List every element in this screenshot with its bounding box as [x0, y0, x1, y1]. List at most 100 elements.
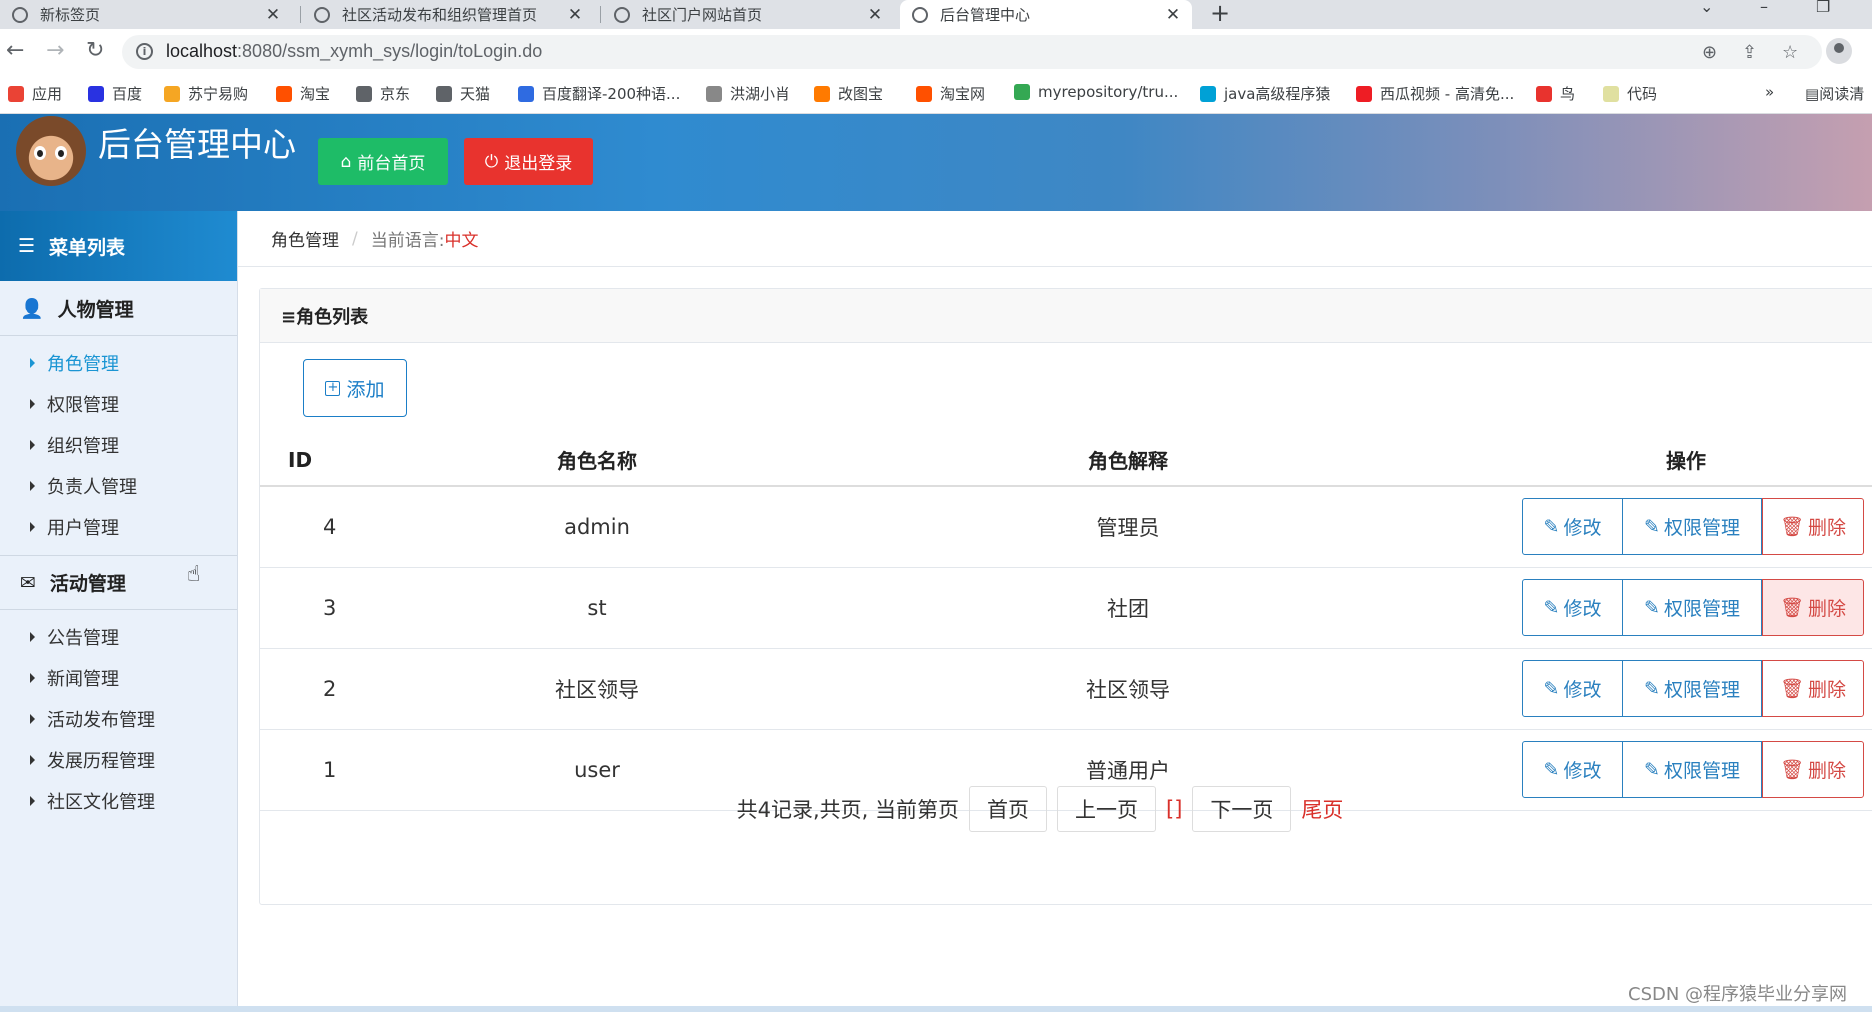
- bookmark-item[interactable]: 百度翻译-200种语...: [518, 83, 680, 104]
- sidebar-item-culture[interactable]: 社区文化管理: [0, 780, 237, 821]
- bookmark-label: 百度: [112, 85, 143, 103]
- role-table: ID 角色名称 角色解释 操作 4 admin 管理员 ✎ 修改 ✎ 权限管理 🗑 删除 3st 社…: [260, 434, 1872, 811]
- trash-icon: 🗑: [1779, 759, 1805, 781]
- reload-icon[interactable]: ↻: [86, 39, 104, 63]
- back-icon[interactable]: ←: [6, 39, 24, 63]
- sidebar-group-activities[interactable]: ✉ 活动管理: [0, 555, 237, 610]
- sidebar-item-users[interactable]: 用户管理: [0, 506, 237, 547]
- edit-icon: ✎: [1543, 758, 1560, 781]
- admin-avatar: [16, 116, 86, 186]
- bookmark-item[interactable]: myrepository/tru...: [1014, 83, 1178, 101]
- url-field[interactable]: i localhost:8080/ssm_xymh_sys/login/toLo…: [122, 35, 1822, 69]
- edit-icon: ✎: [1543, 596, 1560, 619]
- close-icon[interactable]: ✕: [564, 5, 586, 25]
- current-page-indicator: []: [1166, 797, 1183, 821]
- edit-button[interactable]: ✎ 修改: [1522, 660, 1623, 717]
- bookmark-item[interactable]: java高级程序猿: [1200, 83, 1330, 104]
- bookmark-icon: [706, 85, 722, 102]
- delete-button[interactable]: 🗑 删除: [1762, 579, 1864, 636]
- tab-label: 社区活动发布和组织管理首页: [342, 6, 538, 24]
- browser-tab[interactable]: 社区活动发布和组织管理首页 ✕: [302, 0, 594, 29]
- breadcrumb-current[interactable]: 角色管理: [271, 226, 339, 251]
- close-icon[interactable]: ✕: [864, 5, 886, 25]
- sidebar-item-activity-publish[interactable]: 活动发布管理: [0, 698, 237, 739]
- tab-separator: [300, 6, 301, 23]
- browser-tab[interactable]: 社区门户网站首页 ✕: [602, 0, 894, 29]
- profile-avatar-icon[interactable]: [1826, 38, 1852, 64]
- sidebar-item-managers[interactable]: 负责人管理: [0, 465, 237, 506]
- trash-icon: 🗑: [1779, 678, 1805, 700]
- bookmark-item[interactable]: 洪湖小肖: [706, 83, 790, 104]
- delete-button[interactable]: 🗑 删除: [1762, 498, 1864, 556]
- home-button-label: 前台首页: [357, 154, 426, 174]
- edit-icon: ✎: [1644, 515, 1660, 538]
- bookmark-label: 淘宝网: [940, 85, 986, 103]
- bookmark-item[interactable]: 应用: [8, 83, 62, 104]
- language-value: 中文: [444, 231, 479, 251]
- sidebar-header: ☰ 菜单列表: [0, 211, 237, 281]
- minimize-icon[interactable]: –: [1760, 0, 1768, 15]
- info-icon[interactable]: i: [136, 43, 153, 60]
- bookmark-label: 应用: [32, 85, 63, 103]
- bookmark-icon: [1014, 84, 1030, 100]
- bookmark-item[interactable]: 代码: [1603, 83, 1657, 104]
- sidebar-group-people[interactable]: 👤 人物管理: [0, 281, 237, 336]
- add-button[interactable]: + 添加: [303, 359, 407, 417]
- bookmark-item[interactable]: 鸟: [1536, 83, 1575, 104]
- delete-button[interactable]: 🗑 删除: [1762, 660, 1864, 717]
- permission-button[interactable]: ✎ 权限管理: [1623, 498, 1762, 556]
- sidebar-item-news[interactable]: 新闻管理: [0, 657, 237, 698]
- edit-button[interactable]: ✎ 修改: [1522, 498, 1623, 556]
- sidebar-item-organizations[interactable]: 组织管理: [0, 424, 237, 465]
- bookmarks-more-button[interactable]: »: [1765, 83, 1774, 101]
- tab-search-icon[interactable]: ⌄: [1700, 0, 1713, 15]
- edit-button-label: 修改: [1563, 679, 1602, 701]
- bookmark-item[interactable]: 改图宝: [814, 83, 883, 104]
- tab-label: 新标签页: [40, 6, 101, 24]
- caret-right-icon: [30, 631, 35, 642]
- globe-icon: [912, 6, 928, 23]
- sidebar-item-notices[interactable]: 公告管理: [0, 616, 237, 657]
- globe-icon: [314, 6, 330, 23]
- edit-icon: ✎: [1543, 677, 1560, 700]
- reading-list-button[interactable]: ▤ 阅读清: [1805, 83, 1864, 104]
- permission-button[interactable]: ✎ 权限管理: [1623, 579, 1762, 636]
- bookmark-item[interactable]: 天猫: [436, 83, 490, 104]
- browser-tab-active[interactable]: 后台管理中心 ✕: [900, 0, 1192, 29]
- bookmark-item[interactable]: 苏宁易购: [164, 83, 248, 104]
- bookmark-item[interactable]: 京东: [356, 83, 410, 104]
- sidebar-item-roles[interactable]: 角色管理: [0, 342, 237, 383]
- plus-square-icon: +: [325, 380, 341, 396]
- bookmark-icon: [164, 85, 180, 102]
- permission-button[interactable]: ✎ 权限管理: [1623, 660, 1762, 717]
- close-icon[interactable]: ✕: [1162, 5, 1184, 25]
- bookmark-item[interactable]: 淘宝网: [916, 83, 985, 104]
- forward-icon[interactable]: →: [46, 39, 64, 63]
- first-page-button[interactable]: 首页: [969, 786, 1047, 832]
- tab-separator: [600, 6, 601, 23]
- bookmark-icon: [356, 85, 372, 102]
- prev-page-button[interactable]: 上一页: [1057, 786, 1156, 832]
- bookmark-label: 西瓜视频 - 高清免...: [1380, 85, 1515, 103]
- sidebar-item-label: 新闻管理: [47, 668, 119, 690]
- close-icon[interactable]: ✕: [262, 5, 284, 25]
- restore-icon[interactable]: ❐: [1816, 0, 1830, 15]
- bookmark-label: 洪湖小肖: [730, 85, 791, 103]
- last-page-link[interactable]: 尾页: [1301, 794, 1343, 824]
- next-page-button[interactable]: 下一页: [1192, 786, 1292, 832]
- star-icon[interactable]: ☆: [1782, 42, 1798, 63]
- sidebar-item-permissions[interactable]: 权限管理: [0, 383, 237, 424]
- bookmark-item[interactable]: 百度: [88, 83, 142, 104]
- edit-button[interactable]: ✎ 修改: [1522, 579, 1623, 636]
- bookmark-item[interactable]: 西瓜视频 - 高清免...: [1356, 83, 1514, 104]
- sidebar-item-label: 权限管理: [47, 394, 119, 416]
- new-tab-button[interactable]: +: [1210, 0, 1230, 26]
- zoom-icon[interactable]: ⊕: [1702, 42, 1717, 63]
- sidebar-item-history[interactable]: 发展历程管理: [0, 739, 237, 780]
- home-button[interactable]: ⌂ 前台首页: [318, 138, 448, 185]
- browser-tab[interactable]: 新标签页 ✕: [0, 0, 292, 29]
- sidebar-group-label: 人物管理: [57, 298, 134, 321]
- bookmark-item[interactable]: 淘宝: [276, 83, 330, 104]
- share-icon[interactable]: ⇪: [1742, 42, 1757, 63]
- logout-button[interactable]: ⏻ 退出登录: [464, 138, 593, 185]
